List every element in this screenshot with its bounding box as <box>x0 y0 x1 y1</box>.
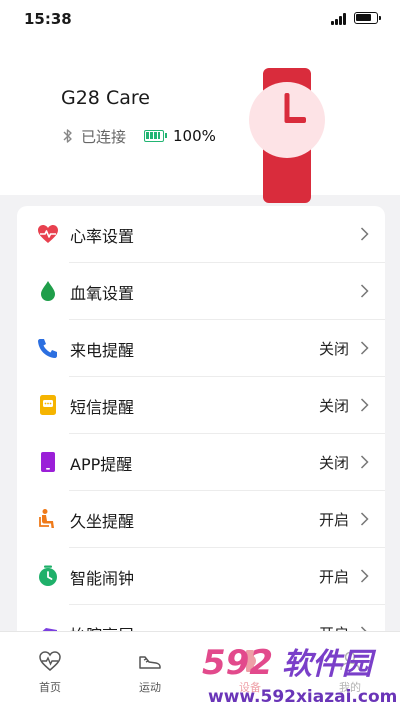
device-card[interactable]: G28 Care 已连接 100% <box>0 38 400 203</box>
device-battery-icon <box>144 130 168 142</box>
menu-item-app-reminder[interactable]: APP提醒 关闭 <box>17 434 385 491</box>
chevron-right-icon <box>360 455 369 469</box>
menu-label: 血氧设置 <box>70 284 135 303</box>
menu-item-sedentary-reminder[interactable]: 久坐提醒 开启 <box>17 491 385 548</box>
menu-label: APP提醒 <box>70 455 133 474</box>
menu-label: 久坐提醒 <box>70 512 135 531</box>
chevron-right-icon <box>360 227 369 241</box>
menu-item-call-reminder[interactable]: 来电提醒 关闭 <box>17 320 385 377</box>
heart-pulse-icon <box>39 651 61 671</box>
app-icon <box>41 452 55 472</box>
heart-rate-icon <box>38 225 58 243</box>
chevron-right-icon <box>360 569 369 583</box>
drop-icon <box>41 281 55 301</box>
tab-label: 运动 <box>139 681 161 694</box>
status-bar: 15:38 <box>0 0 400 38</box>
tab-home[interactable]: 首页 <box>10 632 90 712</box>
menu-item-smart-alarm[interactable]: 智能闹钟 开启 <box>17 548 385 605</box>
svg-text:www.592xiazai.com: www.592xiazai.com <box>208 687 397 707</box>
device-name: G28 Care <box>61 87 150 109</box>
message-icon <box>40 395 56 415</box>
menu-value: 关闭 <box>318 454 349 472</box>
menu-value: 关闭 <box>318 340 349 358</box>
battery-icon <box>354 12 381 24</box>
menu-value: 关闭 <box>318 397 349 415</box>
menu-label: 短信提醒 <box>70 398 135 417</box>
bluetooth-icon <box>63 129 72 143</box>
watch-image <box>249 68 325 203</box>
menu-label: 来电提醒 <box>70 341 135 360</box>
menu-label: 智能闹钟 <box>70 569 135 588</box>
watermark-logo: 592 软件园 www.592xiazai.com <box>198 638 400 711</box>
connection-status: 已连接 <box>81 127 127 146</box>
menu-label: 心率设置 <box>70 227 135 246</box>
sitting-icon <box>39 509 54 528</box>
alarm-icon <box>39 565 57 586</box>
chevron-right-icon <box>360 284 369 298</box>
battery-percent: 100% <box>173 127 216 145</box>
menu-item-sms-reminder[interactable]: 短信提醒 关闭 <box>17 377 385 434</box>
svg-text:592: 592 <box>202 643 273 683</box>
sneaker-icon <box>139 656 161 669</box>
connection-row: 已连接 100% <box>61 126 216 146</box>
signal-icon <box>331 13 349 25</box>
chevron-right-icon <box>360 341 369 355</box>
tab-label: 首页 <box>39 681 61 694</box>
chevron-right-icon <box>360 512 369 526</box>
phone-icon <box>38 339 57 358</box>
menu-value: 开启 <box>318 511 349 529</box>
tab-sport[interactable]: 运动 <box>110 632 190 712</box>
menu-value: 开启 <box>318 568 349 586</box>
status-time: 15:38 <box>24 10 72 28</box>
svg-text:软件园: 软件园 <box>282 647 377 682</box>
settings-list: 心率设置 血氧设置 来电提醒 关闭 短信提醒 关闭 APP提醒 关闭 久坐提醒 … <box>17 206 385 646</box>
menu-item-blood-oxygen[interactable]: 血氧设置 <box>17 263 385 320</box>
chevron-right-icon <box>360 398 369 412</box>
menu-item-heart-rate[interactable]: 心率设置 <box>17 206 385 263</box>
